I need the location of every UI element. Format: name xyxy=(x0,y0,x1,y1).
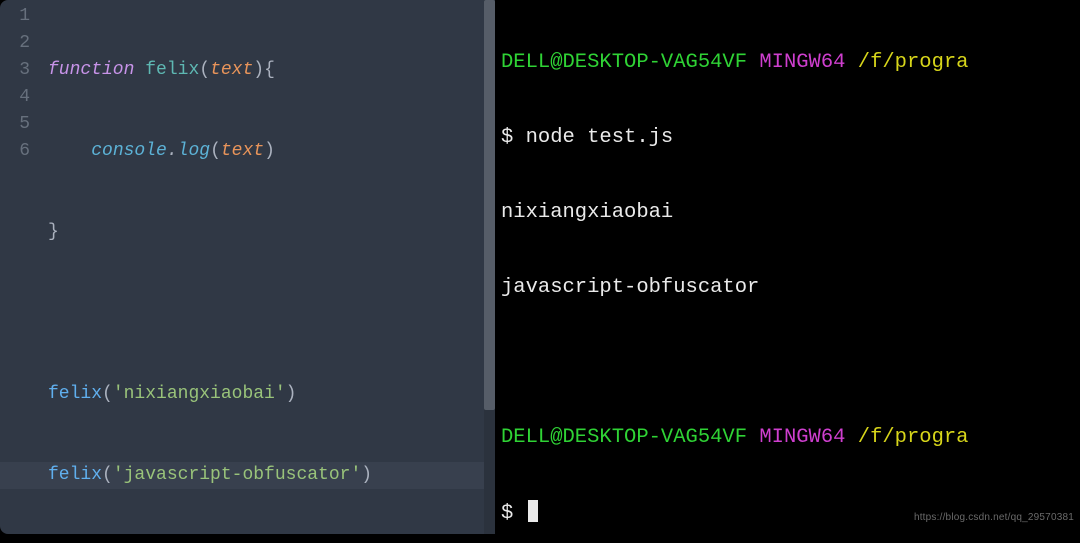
prompt-dollar: $ xyxy=(501,126,526,149)
code-line[interactable]: function felix(text){ xyxy=(48,57,495,84)
object-console: console xyxy=(91,141,167,161)
line-number: 4 xyxy=(0,84,40,111)
watermark-text: https://blog.csdn.net/qq_29570381 xyxy=(914,505,1074,530)
argument: text xyxy=(221,141,264,161)
string-literal: 'nixiangxiaobai' xyxy=(113,384,286,404)
terminal-output: nixiangxiaobai xyxy=(501,200,1080,225)
prompt-env: MINGW64 xyxy=(747,51,858,74)
code-line-current[interactable]: felix('javascript-obfuscator') xyxy=(48,462,495,489)
command-text: node test.js xyxy=(526,126,674,149)
prompt-user: DELL@DESKTOP-VAG54VF xyxy=(501,51,747,74)
line-number: 6 xyxy=(0,138,40,165)
line-number-gutter: 1 2 3 4 5 6 xyxy=(0,0,40,534)
prompt-env: MINGW64 xyxy=(747,426,858,449)
terminal-command-line: $ node test.js xyxy=(501,125,1080,150)
vertical-scrollbar[interactable] xyxy=(484,0,495,534)
terminal-output: javascript-obfuscator xyxy=(501,275,1080,300)
code-line[interactable]: felix('nixiangxiaobai') xyxy=(48,381,495,408)
prompt-user: DELL@DESKTOP-VAG54VF xyxy=(501,426,747,449)
prompt-dollar: $ xyxy=(501,502,526,525)
prompt-path: /f/progra xyxy=(858,426,969,449)
terminal-blank xyxy=(501,350,1080,375)
line-number: 5 xyxy=(0,111,40,138)
method-log: log xyxy=(178,141,210,161)
code-line[interactable]: } xyxy=(48,219,495,246)
parameter: text xyxy=(210,60,253,80)
scrollbar-thumb[interactable] xyxy=(484,0,495,410)
terminal-prompt-line: DELL@DESKTOP-VAG54VF MINGW64 /f/progra xyxy=(501,425,1080,450)
cursor-icon xyxy=(528,500,538,522)
terminal-prompt-line: DELL@DESKTOP-VAG54VF MINGW64 /f/progra xyxy=(501,50,1080,75)
line-number: 2 xyxy=(0,30,40,57)
string-literal: 'javascript-obfuscator' xyxy=(113,465,361,485)
function-name: felix xyxy=(145,60,199,80)
code-area[interactable]: function felix(text){ console.log(text) … xyxy=(40,0,495,534)
function-call: felix xyxy=(48,384,102,404)
code-line[interactable]: console.log(text) xyxy=(48,138,495,165)
terminal-pane[interactable]: DELL@DESKTOP-VAG54VF MINGW64 /f/progra $… xyxy=(495,0,1080,534)
code-line[interactable] xyxy=(48,300,495,327)
function-call: felix xyxy=(48,465,102,485)
line-number: 3 xyxy=(0,57,40,84)
line-number: 1 xyxy=(0,3,40,30)
code-editor-pane[interactable]: 1 2 3 4 5 6 function felix(text){ consol… xyxy=(0,0,495,534)
keyword-function: function xyxy=(48,60,134,80)
prompt-path: /f/progra xyxy=(858,51,969,74)
